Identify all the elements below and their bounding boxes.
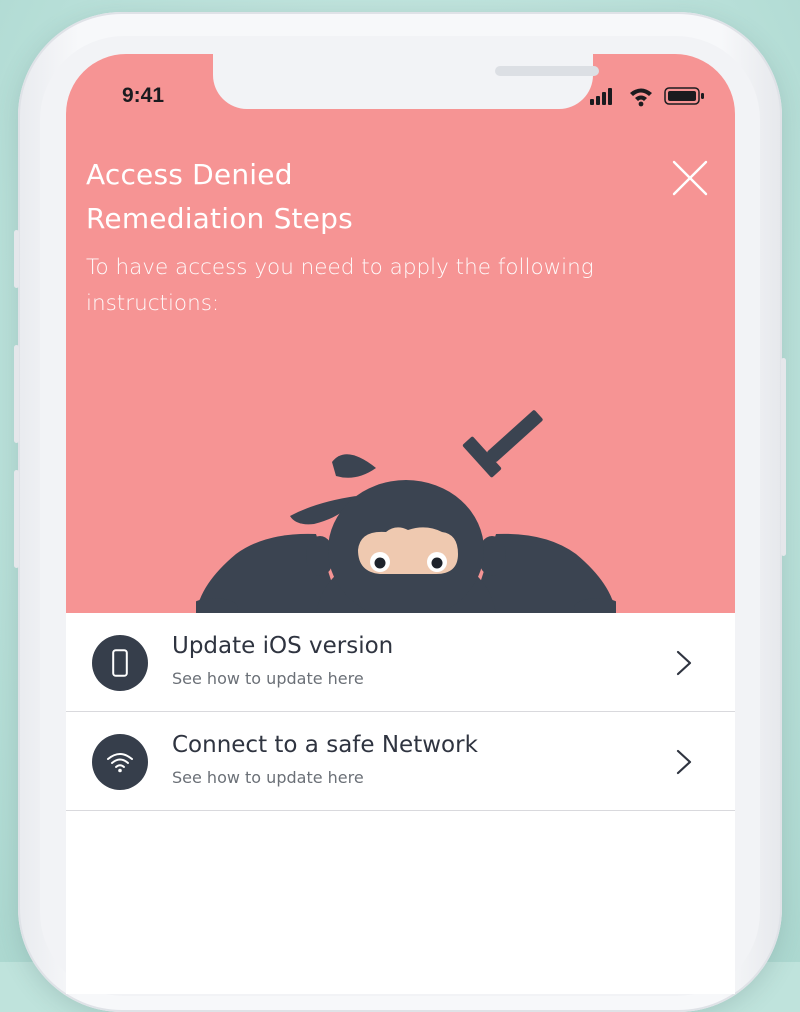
remediation-item-update-ios[interactable]: Update iOS version See how to update her…: [66, 613, 735, 712]
chevron-right-icon: [676, 650, 692, 676]
remediation-list: Update iOS version See how to update her…: [66, 613, 735, 811]
item-title: Connect to a safe Network: [172, 732, 478, 758]
title-line-2: Remediation Steps: [86, 202, 353, 235]
item-title: Update iOS version: [172, 633, 394, 659]
side-button-left-bottom: [14, 470, 19, 568]
side-button-right: [781, 358, 786, 556]
side-button-left-mid: [14, 345, 19, 443]
cellular-signal-icon: [590, 88, 612, 105]
chevron-right-icon: [676, 749, 692, 775]
speaker-grille: [495, 66, 599, 76]
phone-notch: [213, 54, 599, 109]
header-panel: 9:41 Access Denied Remediation Steps To …: [66, 54, 735, 614]
phone-icon: [112, 649, 128, 677]
title-line-1: Access Denied: [86, 158, 293, 191]
status-time: 9:41: [122, 84, 165, 107]
close-icon[interactable]: [670, 158, 710, 198]
remediation-item-safe-network[interactable]: Connect to a safe Network See how to upd…: [66, 712, 735, 811]
phone-screen: 9:41 Access Denied Remediation Steps To …: [66, 54, 735, 994]
wifi-icon-badge: [92, 734, 148, 790]
item-subtitle: See how to update here: [172, 768, 364, 787]
battery-icon: [664, 87, 704, 105]
item-subtitle: See how to update here: [172, 669, 364, 688]
instructions-text: To have access you need to apply the fol…: [86, 255, 594, 316]
status-icons: [590, 87, 704, 107]
ninja-illustration: [196, 410, 616, 614]
phone-icon-badge: [92, 635, 148, 691]
wifi-icon: [107, 753, 133, 773]
side-button-left-top: [14, 230, 19, 288]
wifi-icon: [630, 88, 652, 107]
